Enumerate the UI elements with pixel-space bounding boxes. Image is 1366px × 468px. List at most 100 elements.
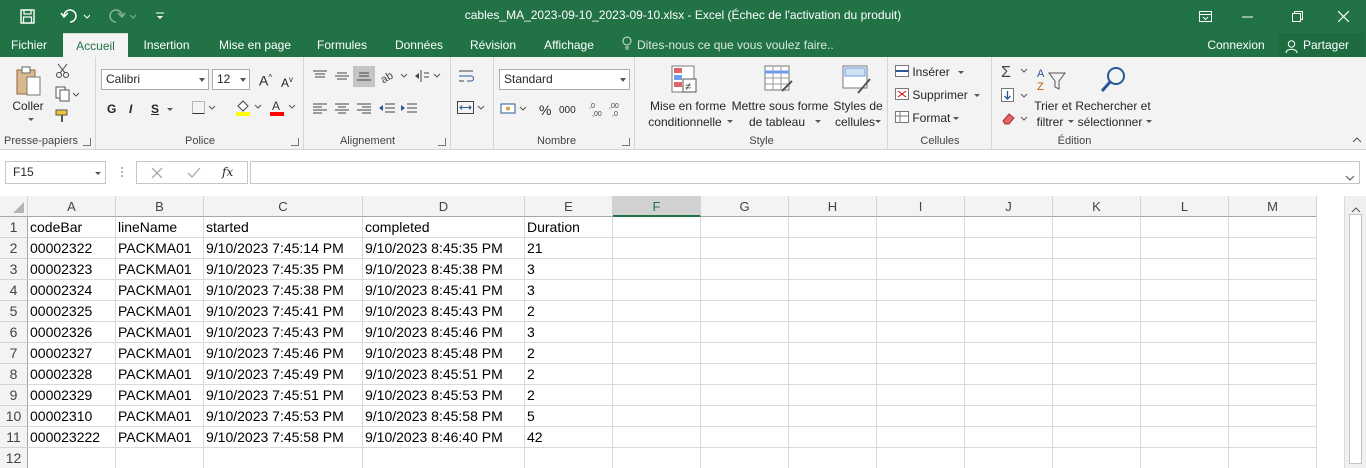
cell-h4[interactable] — [789, 280, 877, 301]
align-left-icon[interactable] — [313, 103, 327, 118]
cell-f5[interactable] — [613, 301, 701, 322]
cell-j7[interactable] — [965, 343, 1053, 364]
fill-icon[interactable] — [1001, 88, 1031, 107]
cell-g8[interactable] — [701, 364, 789, 385]
cell-l10[interactable] — [1141, 406, 1229, 427]
cell-k5[interactable] — [1053, 301, 1141, 322]
cell-i4[interactable] — [877, 280, 965, 301]
cell-m11[interactable] — [1229, 427, 1317, 448]
cell-g10[interactable] — [701, 406, 789, 427]
cell-b9[interactable]: PACKMA01 — [116, 385, 204, 406]
tab-mise-en-page[interactable]: Mise en page — [210, 33, 300, 57]
decrease-decimal-icon[interactable]: ,00,0 — [609, 101, 625, 120]
cell-l3[interactable] — [1141, 259, 1229, 280]
format-cells-button[interactable]: Format — [895, 111, 960, 126]
cell-e11[interactable]: 42 — [525, 427, 613, 448]
row-header-1[interactable]: 1 — [0, 217, 28, 238]
minimize-icon[interactable] — [1232, 5, 1262, 27]
cell-h10[interactable] — [789, 406, 877, 427]
cell-l9[interactable] — [1141, 385, 1229, 406]
cell-b4[interactable]: PACKMA01 — [116, 280, 204, 301]
percent-button[interactable]: % — [539, 103, 551, 117]
find-select-button[interactable]: Rechercher et sélectionner — [1075, 63, 1152, 133]
cell-i6[interactable] — [877, 322, 965, 343]
cell-k4[interactable] — [1053, 280, 1141, 301]
cell-d3[interactable]: 9/10/2023 8:45:38 PM — [363, 259, 525, 280]
cell-k9[interactable] — [1053, 385, 1141, 406]
align-bottom-icon[interactable] — [353, 66, 375, 87]
cell-l5[interactable] — [1141, 301, 1229, 322]
underline-dropdown-icon[interactable] — [167, 108, 173, 111]
align-center-icon[interactable] — [335, 103, 349, 118]
cell-d6[interactable]: 9/10/2023 8:45:46 PM — [363, 322, 525, 343]
cell-c6[interactable]: 9/10/2023 7:45:43 PM — [204, 322, 363, 343]
cell-d9[interactable]: 9/10/2023 8:45:53 PM — [363, 385, 525, 406]
cell-e10[interactable]: 5 — [525, 406, 613, 427]
cell-g11[interactable] — [701, 427, 789, 448]
cell-j11[interactable] — [965, 427, 1053, 448]
cell-j6[interactable] — [965, 322, 1053, 343]
italic-button[interactable]: I — [129, 102, 132, 116]
thousands-button[interactable]: 000 — [559, 104, 576, 118]
cell-b10[interactable]: PACKMA01 — [116, 406, 204, 427]
scroll-thumb[interactable] — [1349, 214, 1362, 464]
merge-center-icon[interactable] — [457, 101, 485, 118]
cell-d5[interactable]: 9/10/2023 8:45:43 PM — [363, 301, 525, 322]
cell-l8[interactable] — [1141, 364, 1229, 385]
cell-m7[interactable] — [1229, 343, 1317, 364]
cell-g1[interactable] — [701, 217, 789, 238]
cell-k7[interactable] — [1053, 343, 1141, 364]
name-box[interactable]: F15 — [5, 161, 106, 184]
row-header-6[interactable]: 6 — [0, 322, 28, 343]
cell-k11[interactable] — [1053, 427, 1141, 448]
cell-j8[interactable] — [965, 364, 1053, 385]
cell-c1[interactable]: started — [204, 217, 363, 238]
cell-g2[interactable] — [701, 238, 789, 259]
cell-e1[interactable]: Duration — [525, 217, 613, 238]
cell-i2[interactable] — [877, 238, 965, 259]
cell-h2[interactable] — [789, 238, 877, 259]
cell-b2[interactable]: PACKMA01 — [116, 238, 204, 259]
cell-b3[interactable]: PACKMA01 — [116, 259, 204, 280]
cell-c7[interactable]: 9/10/2023 7:45:46 PM — [204, 343, 363, 364]
cell-a12[interactable] — [28, 448, 116, 468]
cell-a6[interactable]: 00002326 — [28, 322, 116, 343]
cell-h7[interactable] — [789, 343, 877, 364]
row-header-8[interactable]: 8 — [0, 364, 28, 385]
cell-h9[interactable] — [789, 385, 877, 406]
cell-i11[interactable] — [877, 427, 965, 448]
delete-cells-button[interactable]: Supprimer — [895, 88, 980, 103]
cell-styles-button[interactable]: Styles de cellules — [832, 63, 884, 133]
paste-button[interactable]: Coller — [6, 63, 50, 123]
cell-a7[interactable]: 00002327 — [28, 343, 116, 364]
tab-affichage[interactable]: Affichage — [534, 33, 604, 57]
cell-a1[interactable]: codeBar — [28, 217, 116, 238]
cell-j5[interactable] — [965, 301, 1053, 322]
tab-revision[interactable]: Révision — [462, 33, 524, 57]
cell-l11[interactable] — [1141, 427, 1229, 448]
cell-k10[interactable] — [1053, 406, 1141, 427]
cell-c11[interactable]: 9/10/2023 7:45:58 PM — [204, 427, 363, 448]
cell-i3[interactable] — [877, 259, 965, 280]
decrease-indent-icon[interactable] — [379, 103, 395, 118]
clipboard-launcher-icon[interactable] — [83, 138, 91, 146]
cell-m10[interactable] — [1229, 406, 1317, 427]
cell-l1[interactable] — [1141, 217, 1229, 238]
ribbon-display-icon[interactable] — [1190, 5, 1220, 27]
tab-donnees[interactable]: Données — [386, 33, 452, 57]
name-box-dropdown-icon[interactable] — [95, 172, 101, 175]
cell-d4[interactable]: 9/10/2023 8:45:41 PM — [363, 280, 525, 301]
cell-k3[interactable] — [1053, 259, 1141, 280]
text-direction-icon[interactable] — [415, 70, 441, 85]
column-header-b[interactable]: B — [116, 196, 204, 217]
cell-f8[interactable] — [613, 364, 701, 385]
cell-c12[interactable] — [204, 448, 363, 468]
cell-d2[interactable]: 9/10/2023 8:45:35 PM — [363, 238, 525, 259]
format-as-table-button[interactable]: Mettre sous forme de tableau — [730, 63, 830, 133]
cell-h3[interactable] — [789, 259, 877, 280]
cell-d11[interactable]: 9/10/2023 8:46:40 PM — [363, 427, 525, 448]
increase-indent-icon[interactable] — [401, 103, 417, 118]
column-header-k[interactable]: K — [1053, 196, 1141, 217]
grow-font-icon[interactable]: A^ — [259, 71, 272, 88]
wrap-text-icon[interactable] — [459, 69, 475, 86]
